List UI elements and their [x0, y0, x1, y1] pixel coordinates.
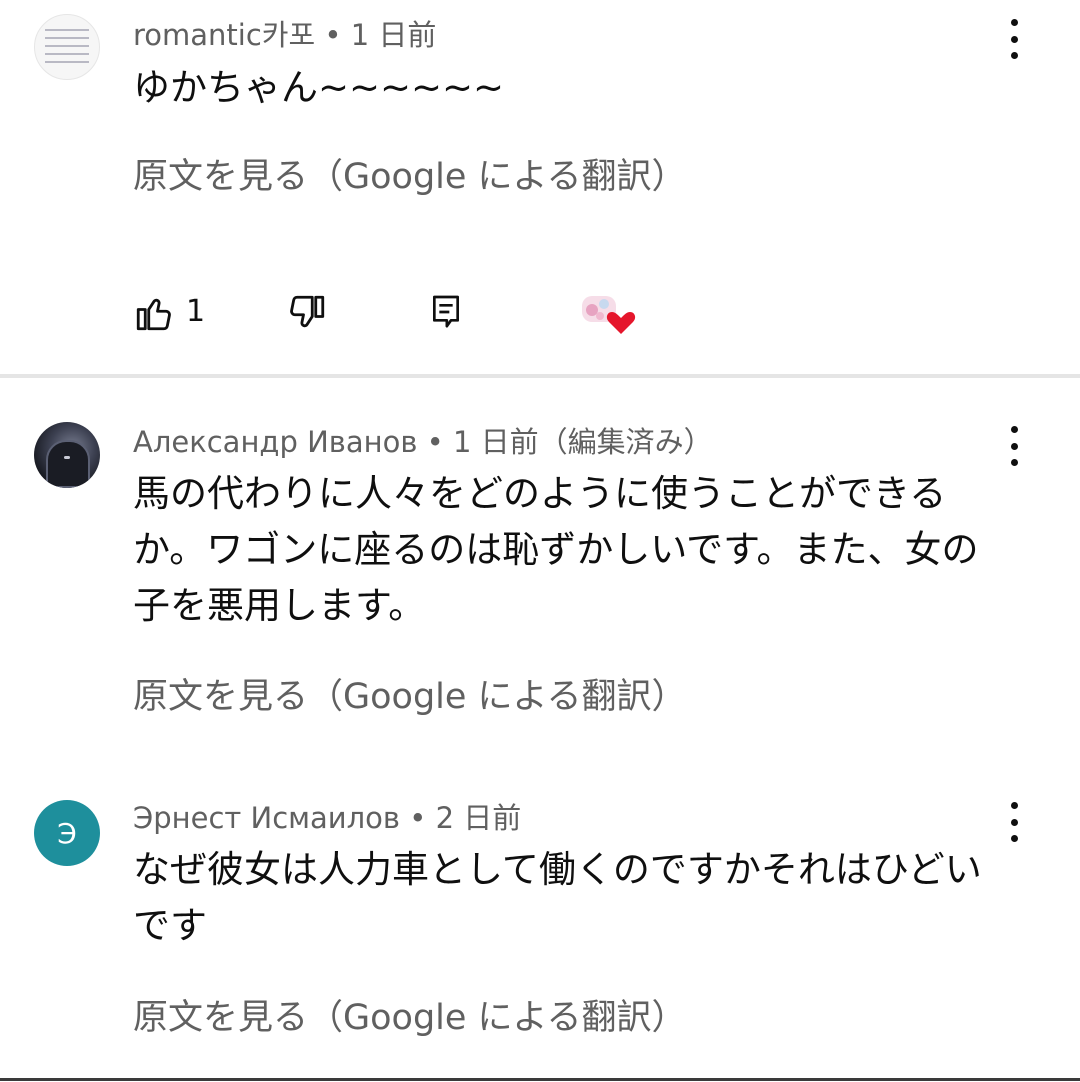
avatar-letter: Э	[57, 816, 77, 850]
more-vert-icon[interactable]	[1004, 426, 1024, 466]
like-count: 1	[186, 294, 206, 329]
thumbs-up-icon	[136, 298, 171, 331]
author-name[interactable]: romantic카포	[133, 18, 315, 52]
avatar[interactable]: Э	[34, 800, 100, 866]
see-original-link[interactable]: 原文を見る（Google による翻訳）	[133, 996, 687, 1040]
meta-separator: •	[315, 18, 351, 52]
avatar[interactable]	[34, 14, 100, 80]
comment-actions: 1	[0, 290, 1080, 340]
comment-meta: Эрнест Исмаилов • 2 日前	[133, 800, 521, 836]
like-button[interactable]	[133, 292, 175, 338]
creator-heart	[578, 288, 640, 342]
more-vert-icon[interactable]	[1004, 802, 1024, 842]
reply-icon	[433, 295, 459, 328]
comment-text: なぜ彼女は人力車として働くのですかそれはひどいです	[133, 848, 982, 947]
comment-text: ゆかちゃん~~~~~~	[133, 66, 505, 109]
comment-meta: Александр Иванов • 1 日前（編集済み）	[133, 424, 713, 460]
edited-label: （編集済み）	[538, 425, 713, 459]
dislike-button[interactable]	[286, 292, 328, 338]
comment-meta: romantic카포 • 1 日前	[133, 17, 436, 53]
comment-item: Э Эрнест Исмаилов • 2 日前 なぜ彼女は人力車として働くので…	[0, 780, 1080, 1078]
meta-separator: •	[417, 425, 453, 459]
see-original-link[interactable]: 原文を見る（Google による翻訳）	[133, 675, 687, 719]
avatar[interactable]	[34, 422, 100, 488]
see-original-link[interactable]: 原文を見る（Google による翻訳）	[133, 155, 687, 199]
comment-time: 2 日前	[435, 801, 522, 835]
reply-button[interactable]	[428, 292, 464, 336]
author-name[interactable]: Эрнест Исмаилов	[133, 801, 400, 835]
thumbs-down-icon	[290, 295, 325, 328]
meta-separator: •	[400, 801, 436, 835]
bottom-border	[0, 1078, 1080, 1081]
comment-time: 1 日前	[452, 425, 539, 459]
comment-time: 1 日前	[350, 18, 437, 52]
creator-heart-icon	[582, 296, 636, 334]
comment-item: romantic카포 • 1 日前 ゆかちゃん~~~~~~ 原文を見る（Goog…	[0, 0, 1080, 374]
comment-text: 馬の代わりに人々をどのように使うことができるか。ワゴンに座るのは恥ずかしいです。…	[133, 472, 979, 627]
comment-item: Александр Иванов • 1 日前（編集済み） 馬の代わりに人々をど…	[0, 378, 1080, 758]
more-vert-icon[interactable]	[1004, 19, 1024, 59]
author-name[interactable]: Александр Иванов	[133, 425, 417, 459]
